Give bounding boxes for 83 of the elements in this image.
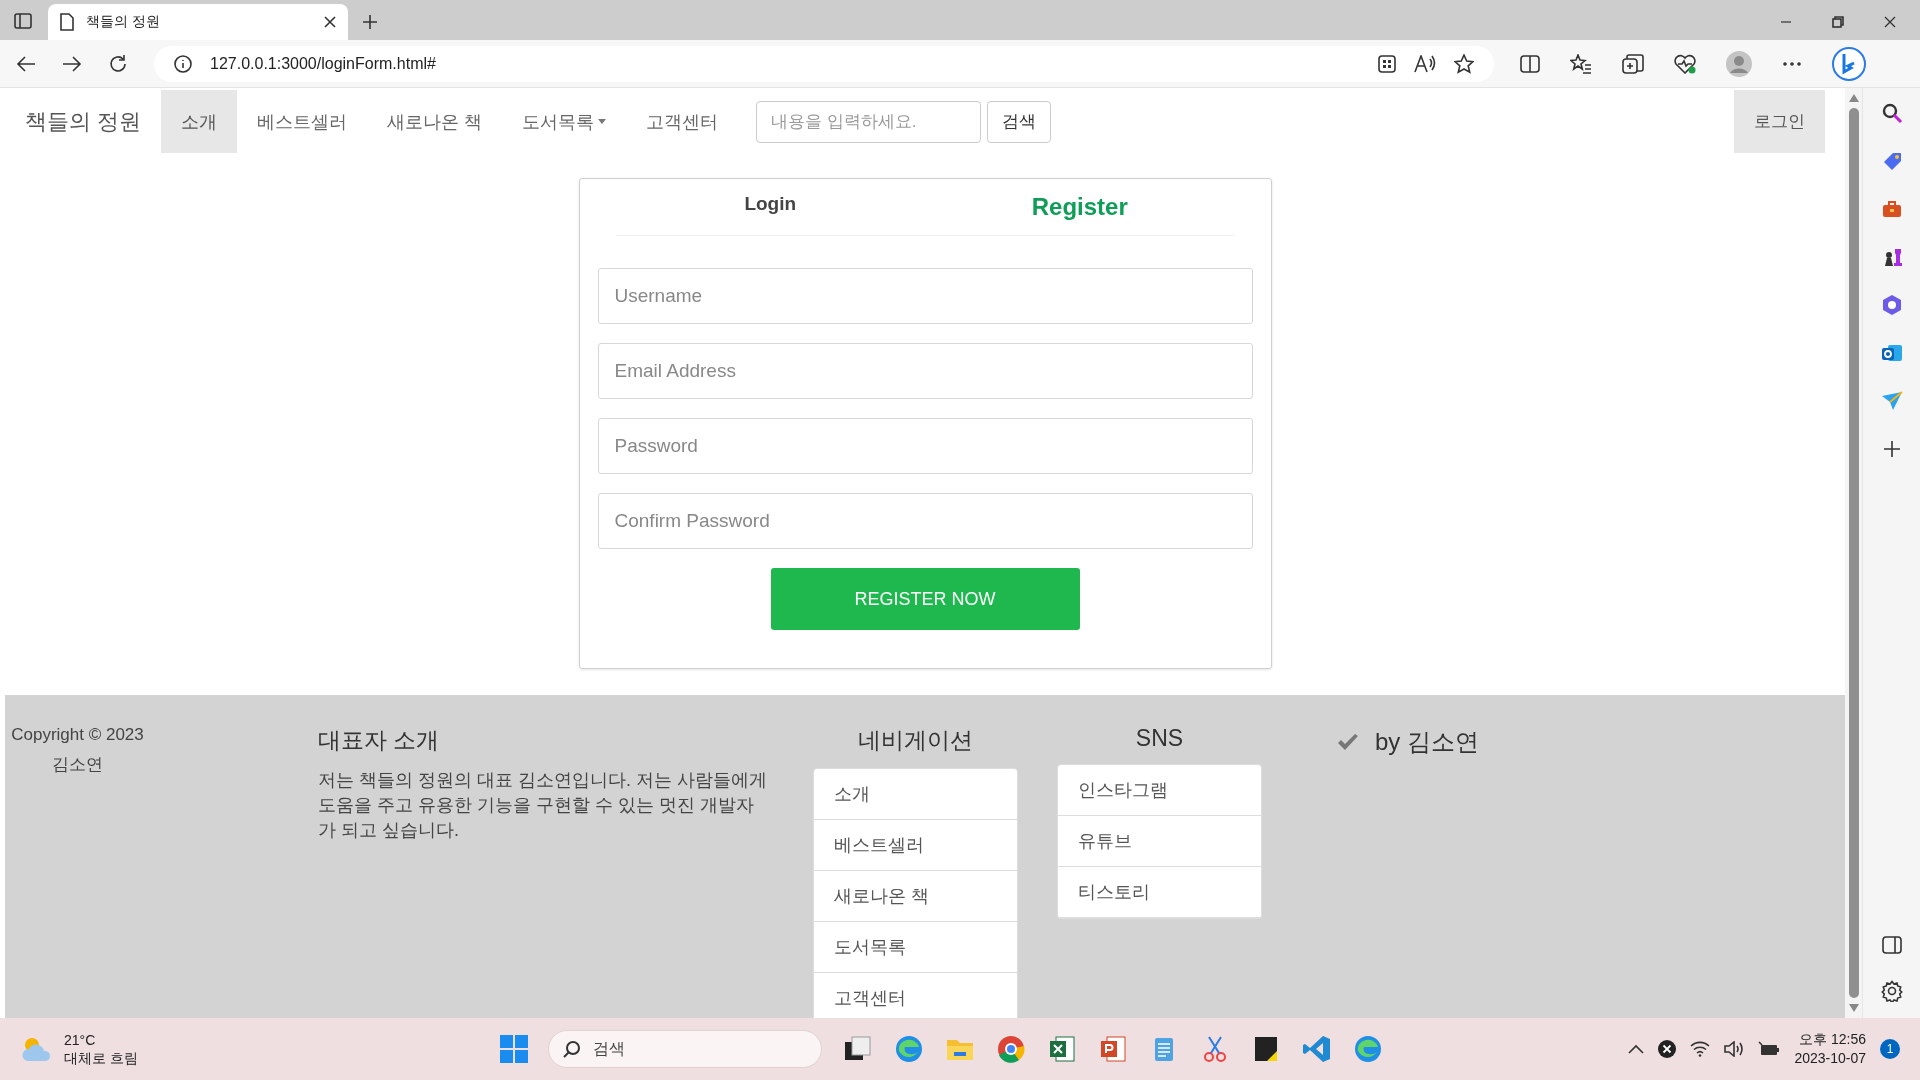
list-item[interactable]: 도서목록: [814, 922, 1017, 973]
battery-icon[interactable]: [1758, 1041, 1781, 1057]
hexagon-app-icon[interactable]: [1880, 294, 1903, 316]
copyright-text: Copyright © 2023: [11, 725, 144, 745]
tab-actions-icon[interactable]: [14, 12, 32, 30]
copyright-text: 김소연: [52, 754, 103, 776]
notification-badge[interactable]: 1: [1880, 1039, 1900, 1059]
favorite-star-icon[interactable]: [1454, 53, 1474, 74]
close-circle-icon[interactable]: [1658, 1040, 1677, 1058]
search-icon: [563, 1040, 581, 1058]
app-grid-icon[interactable]: [1378, 54, 1396, 73]
split-screen-icon[interactable]: [1520, 54, 1540, 73]
search-placeholder: 검색: [593, 1038, 625, 1059]
nav-link[interactable]: 새로나온 책: [367, 90, 503, 153]
chevron-up-icon[interactable]: [1628, 1044, 1645, 1054]
search-button[interactable]: 검색: [987, 100, 1052, 143]
scroll-down-icon[interactable]: [1848, 1004, 1859, 1012]
temperature-text: 21°C: [64, 1031, 97, 1049]
profile-avatar-icon[interactable]: [1726, 50, 1752, 77]
paper-plane-icon[interactable]: [1880, 390, 1903, 412]
nav-link[interactable]: 소개: [161, 90, 238, 153]
login-button[interactable]: 로그인: [1734, 90, 1825, 153]
caret-icon: [598, 119, 607, 124]
form-tab[interactable]: Register: [925, 179, 1235, 235]
search-icon[interactable]: [1880, 102, 1903, 124]
chrome-icon[interactable]: [995, 1033, 1027, 1065]
tab-title: 책들의 정원: [86, 13, 161, 31]
address-bar[interactable]: 127.0.0.1:3000/loginForm.html#: [154, 45, 1494, 82]
forward-arrow-icon[interactable]: [62, 54, 82, 73]
nav-link[interactable]: 고객센터: [626, 90, 739, 153]
toolbox-icon[interactable]: [1880, 198, 1903, 220]
clock-time[interactable]: 오후 12:56: [1799, 1030, 1866, 1049]
settings-icon[interactable]: [1880, 980, 1903, 1002]
site-logo[interactable]: 책들의 정원: [25, 90, 162, 153]
heart-pulse-icon[interactable]: [1674, 53, 1696, 74]
collections-icon[interactable]: [1622, 53, 1644, 74]
nav-link[interactable]: 도서목록: [502, 90, 627, 153]
scrollbar-thumb[interactable]: [1848, 108, 1859, 998]
url-text: 127.0.0.1:3000/loginForm.html#: [210, 54, 437, 73]
close-icon[interactable]: [1884, 16, 1896, 28]
section-heading: 네비게이션: [858, 726, 973, 755]
wifi-icon[interactable]: [1690, 1041, 1711, 1057]
back-arrow-icon[interactable]: [16, 54, 36, 73]
section-heading: SNS: [1135, 725, 1184, 752]
input-field[interactable]: Confirm Password: [597, 493, 1253, 549]
info-icon[interactable]: [174, 54, 192, 73]
code-editor-icon[interactable]: [1301, 1033, 1333, 1065]
section-heading: 대표자 소개: [318, 726, 441, 755]
taskbar-search[interactable]: 검색: [548, 1030, 822, 1068]
input-field[interactable]: Username: [597, 268, 1253, 324]
list-item[interactable]: 새로나온 책: [814, 871, 1017, 922]
favorites-icon[interactable]: [1570, 53, 1592, 74]
page-icon: [60, 13, 74, 31]
browser-icon[interactable]: [893, 1033, 925, 1065]
restore-icon[interactable]: [1832, 16, 1844, 28]
nav-link[interactable]: 베스트셀러: [237, 90, 368, 153]
volume-icon[interactable]: [1724, 1041, 1745, 1057]
new-tab-icon[interactable]: [362, 14, 378, 30]
form-tab[interactable]: Login: [615, 179, 925, 235]
credit-text: by 김소연: [1375, 727, 1479, 757]
about-text: 저는 책들의 정원의 대표 김소연입니다. 저는 사람들에게 도움을 주고 유용한 기능을 구현할 수 있는 멋진 개발자가 되고 싶습니다.: [318, 769, 768, 842]
input-field[interactable]: Password: [597, 418, 1253, 474]
browser-icon[interactable]: [1352, 1033, 1384, 1065]
more-options-icon[interactable]: [1782, 60, 1802, 67]
list-item[interactable]: 소개: [814, 769, 1017, 820]
start-icon[interactable]: [500, 1035, 528, 1063]
close-icon[interactable]: [324, 16, 336, 28]
list-item[interactable]: 유튜브: [1058, 816, 1261, 867]
reload-icon[interactable]: [108, 53, 128, 74]
clock-date[interactable]: 2023-10-07: [1794, 1049, 1866, 1068]
list-item[interactable]: 티스토리: [1058, 867, 1261, 918]
mail-app-icon[interactable]: [1880, 342, 1903, 364]
list-item[interactable]: 베스트셀러: [814, 820, 1017, 871]
weather-text: 대체로 흐림: [64, 1049, 138, 1067]
search-field[interactable]: 내용을 입력하세요.: [756, 100, 982, 143]
list-item[interactable]: 인스타그램: [1058, 765, 1261, 816]
chat-assistant-icon[interactable]: [1832, 46, 1866, 81]
checkmark-icon: [1337, 733, 1359, 751]
browser-tab[interactable]: 책들의 정원: [48, 4, 348, 40]
sidebar-panel-icon[interactable]: [1881, 936, 1902, 954]
input-field[interactable]: Email Address: [597, 343, 1253, 399]
scroll-up-icon[interactable]: [1848, 94, 1859, 102]
read-aloud-icon[interactable]: [1414, 54, 1436, 73]
